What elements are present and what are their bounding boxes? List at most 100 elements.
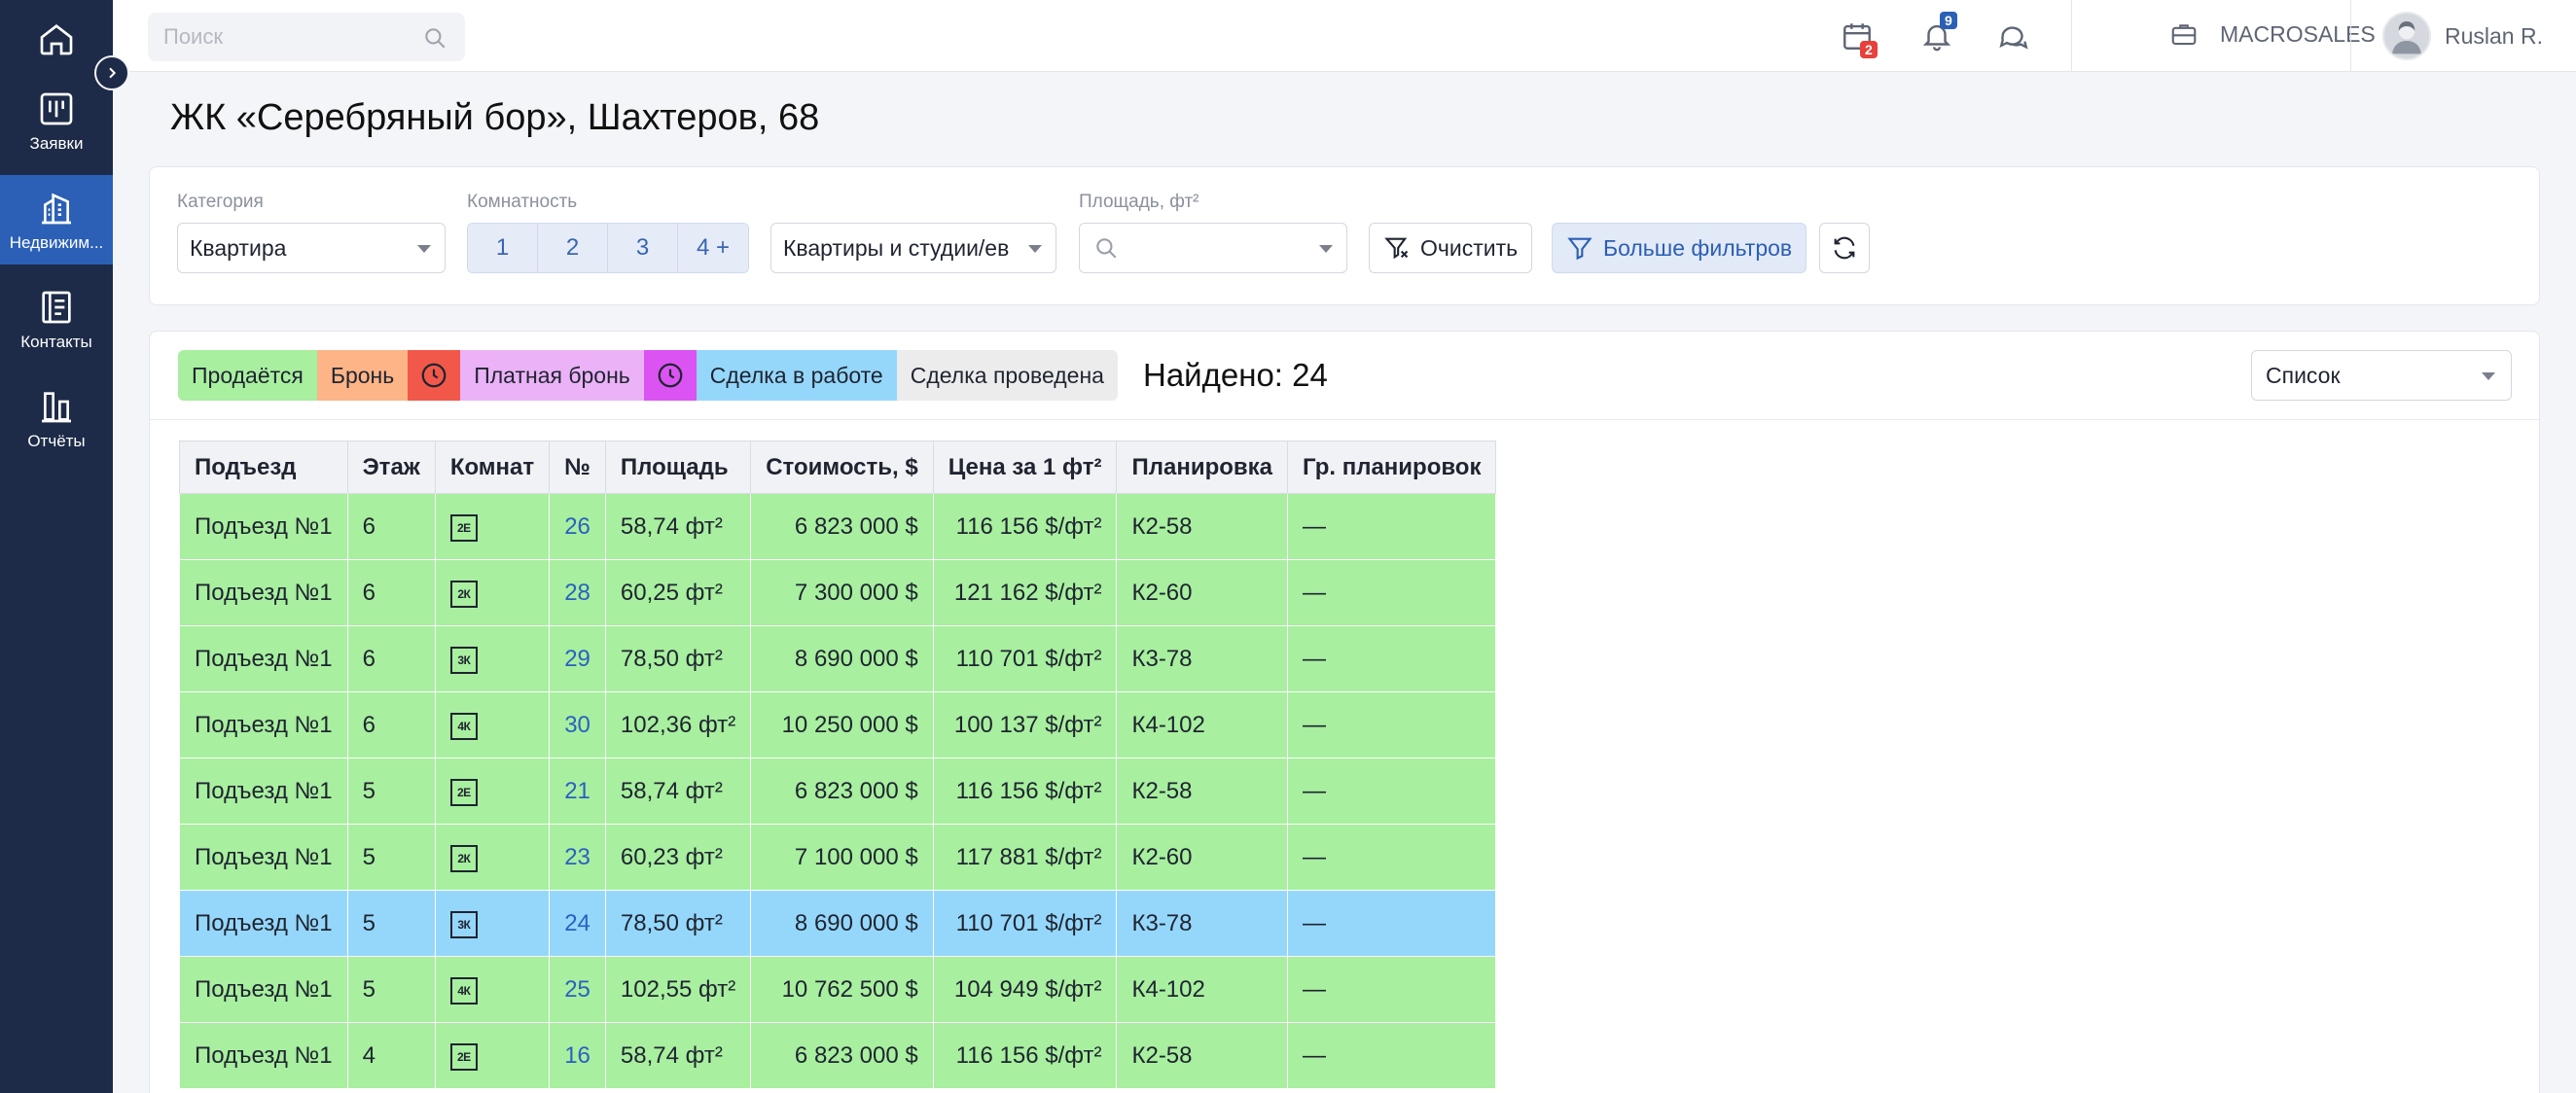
- cell-rooms: 3К: [434, 625, 551, 692]
- sidebar-item-realty[interactable]: Недвижим...: [0, 175, 113, 264]
- legend-paid-booking-timer[interactable]: [643, 350, 697, 401]
- rooms-option-2[interactable]: 2: [538, 224, 608, 272]
- property-type-select[interactable]: Квартиры и студии/ев: [770, 223, 1056, 273]
- clear-filters-button[interactable]: Очистить: [1369, 223, 1533, 273]
- col-number[interactable]: №: [549, 441, 606, 494]
- refresh-icon: [1834, 236, 1855, 260]
- col-floor[interactable]: Этаж: [346, 441, 436, 494]
- sidebar-item-contacts[interactable]: Контакты: [0, 288, 113, 364]
- cell-rooms: 2Е: [434, 493, 551, 560]
- col-price[interactable]: Стоимость, $: [750, 441, 934, 494]
- table-row[interactable]: Подъезд №1 6 2К 28 60,25 фт² 7 300 000 $121 1…: [179, 559, 1497, 626]
- user-menu[interactable]: Ruslan R.: [2382, 12, 2543, 60]
- table-row[interactable]: Подъезд №1 4 2Е 16 58,74 фт² 6 823 000 $116 1…: [179, 1022, 1497, 1089]
- cell-floor: 6: [346, 493, 436, 560]
- cell-number[interactable]: 25: [549, 956, 606, 1023]
- table-row[interactable]: Подъезд №1 5 4К 25 102,55 фт² 10 762 500 $104…: [179, 956, 1497, 1023]
- legend-booking[interactable]: Бронь: [316, 350, 409, 401]
- cell-layout: К3-78: [1116, 890, 1289, 957]
- room-type-icon: 2Е: [449, 779, 478, 806]
- company-switcher[interactable]: MACROSALES: [2169, 19, 2376, 49]
- cell-number[interactable]: 21: [549, 758, 606, 825]
- sidebar-item-label: Контакты: [20, 333, 92, 351]
- cell-price: 8 690 000 $: [750, 890, 934, 957]
- search-input[interactable]: [148, 13, 401, 61]
- cell-price: 7 300 000 $: [750, 559, 934, 626]
- rooms-option-3[interactable]: 3: [608, 224, 678, 272]
- cell-number[interactable]: 26: [549, 493, 606, 560]
- cell-entrance: Подъезд №1: [179, 758, 348, 825]
- legend-sale[interactable]: Продаётся: [178, 350, 317, 401]
- cell-number[interactable]: 29: [549, 625, 606, 692]
- search-icon[interactable]: [422, 25, 447, 51]
- cell-number[interactable]: 30: [549, 691, 606, 758]
- found-count: Найдено: 24: [1143, 357, 1328, 393]
- sidebar-item-label: Отчёты: [27, 432, 86, 450]
- table-row[interactable]: Подъезд №1 5 2Е 21 58,74 фт² 6 823 000 $116 1…: [179, 758, 1497, 825]
- chart-icon: [42, 392, 71, 423]
- table-header-row: Подъезд Этаж Комнат № Площадь Стоимость,…: [179, 441, 1497, 494]
- table-row[interactable]: Подъезд №1 6 3К 29 78,50 фт² 8 690 000 $110 7…: [179, 625, 1497, 692]
- room-type-icon: 3К: [449, 911, 478, 938]
- cell-area: 102,55 фт²: [604, 956, 752, 1023]
- notifications-button[interactable]: 9: [1920, 12, 1957, 57]
- table-row[interactable]: Подъезд №1 5 2К 23 60,23 фт² 7 100 000 $117 8…: [179, 824, 1497, 891]
- cell-price-per-unit: 104 949 $/фт²: [932, 956, 1118, 1023]
- cell-rooms: 2Е: [434, 758, 551, 825]
- area-select[interactable]: [1079, 223, 1347, 273]
- cell-layout-group: —: [1287, 691, 1497, 758]
- col-area[interactable]: Площадь: [604, 441, 752, 494]
- col-price-per-unit[interactable]: Цена за 1 фт²: [932, 441, 1118, 494]
- cell-entrance: Подъезд №1: [179, 824, 348, 891]
- sidebar-item-requests[interactable]: Заявки: [0, 86, 113, 161]
- rooms-option-1[interactable]: 1: [468, 224, 538, 272]
- cell-number[interactable]: 23: [549, 824, 606, 891]
- avatar: [2382, 12, 2431, 60]
- legend-paid-booking[interactable]: Платная бронь: [460, 350, 644, 401]
- category-select[interactable]: Квартира: [177, 223, 446, 273]
- chevron-down-icon: [1028, 245, 1042, 253]
- cell-layout: К2-60: [1116, 824, 1289, 891]
- cell-number[interactable]: 16: [549, 1022, 606, 1089]
- cell-floor: 5: [346, 890, 436, 957]
- view-mode-select[interactable]: Список: [2251, 350, 2512, 401]
- briefcase-icon: [2171, 24, 2197, 46]
- calendar-button[interactable]: 2: [1841, 19, 1878, 58]
- cell-floor: 6: [346, 625, 436, 692]
- cell-layout-group: —: [1287, 758, 1497, 825]
- company-name: MACROSALES: [2220, 20, 2376, 47]
- refresh-button[interactable]: [1819, 223, 1870, 273]
- chat-button[interactable]: [1996, 19, 2031, 57]
- rooms-label: Комнатность: [467, 192, 578, 212]
- sidebar-item-reports[interactable]: Отчёты: [0, 387, 113, 463]
- table-row[interactable]: Подъезд №1 5 3К 24 78,50 фт² 8 690 000 $110 7…: [179, 890, 1497, 957]
- col-rooms[interactable]: Комнат: [434, 441, 551, 494]
- cell-layout-group: —: [1287, 824, 1497, 891]
- table-row[interactable]: Подъезд №1 6 2Е 26 58,74 фт² 6 823 000 $116 1…: [179, 493, 1497, 560]
- clear-filters-label: Очистить: [1420, 234, 1519, 261]
- buildings-icon: [42, 193, 71, 225]
- legend-deal-in-progress[interactable]: Сделка в работе: [696, 350, 897, 401]
- calendar-badge: 2: [1860, 41, 1878, 58]
- cell-layout: К2-58: [1116, 1022, 1289, 1089]
- legend-deal-done[interactable]: Сделка проведена: [896, 350, 1118, 401]
- sidebar-toggle-button[interactable]: [94, 55, 129, 90]
- col-layout-group[interactable]: Гр. планировок: [1287, 441, 1497, 494]
- cell-rooms: 2К: [434, 559, 551, 626]
- col-layout[interactable]: Планировка: [1116, 441, 1289, 494]
- clock-icon: [421, 363, 447, 388]
- table-row[interactable]: Подъезд №1 6 4К 30 102,36 фт² 10 250 000 $100…: [179, 691, 1497, 758]
- more-filters-label: Больше фильтров: [1603, 234, 1793, 261]
- col-entrance[interactable]: Подъезд: [179, 441, 348, 494]
- cell-number[interactable]: 28: [549, 559, 606, 626]
- cell-number[interactable]: 24: [549, 890, 606, 957]
- room-type-icon: 2Е: [449, 1043, 478, 1071]
- kanban-icon: [40, 92, 73, 125]
- rooms-option-4plus[interactable]: 4 +: [678, 224, 748, 272]
- more-filters-button[interactable]: Больше фильтров: [1552, 223, 1807, 273]
- filter-panel: Категория Квартира Комнатность 1 2 3 4 +…: [149, 166, 2540, 305]
- legend-booking-timer[interactable]: [408, 350, 461, 401]
- apartments-table: Подъезд Этаж Комнат № Площадь Стоимость,…: [179, 441, 1497, 1089]
- cell-area: 58,74 фт²: [604, 758, 752, 825]
- cell-area: 60,25 фт²: [604, 559, 752, 626]
